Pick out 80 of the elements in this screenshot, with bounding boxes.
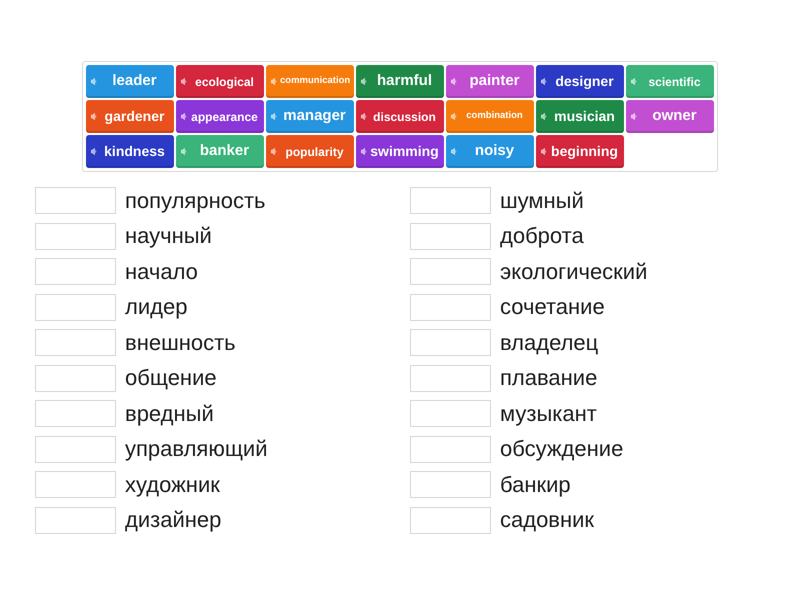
word-tile[interactable]: combination [446, 100, 534, 133]
speaker-icon [181, 148, 187, 155]
answer-box[interactable] [35, 400, 116, 428]
word-tile[interactable]: noisy [446, 135, 534, 168]
word-label: популярность [125, 190, 266, 212]
word-label: внешность [125, 332, 236, 354]
speaker-icon [361, 148, 367, 155]
answer-box[interactable] [410, 364, 491, 392]
word-label: дизайнер [125, 509, 222, 532]
answer-box[interactable] [35, 258, 116, 286]
speaker-icon [91, 78, 97, 85]
speaker-icon [541, 78, 547, 85]
speaker-icon [271, 78, 277, 85]
speaker-icon [541, 148, 547, 155]
answer-box[interactable] [410, 187, 491, 214]
word-tile[interactable]: appearance [176, 100, 264, 133]
speaker-icon [271, 148, 277, 155]
word-label: общение [125, 367, 217, 390]
word-label: экологический [500, 260, 648, 283]
word-tile[interactable]: popularity [266, 135, 354, 168]
word-tile[interactable]: leader [86, 65, 174, 98]
speaker-icon [361, 113, 367, 120]
answer-box[interactable] [35, 364, 116, 392]
word-label: вредный [125, 402, 214, 425]
word-label: шумный [500, 190, 584, 212]
word-label: музыкант [500, 402, 597, 425]
answer-box[interactable] [35, 471, 116, 498]
word-label: обсуждение [500, 438, 624, 460]
answer-box[interactable] [410, 436, 491, 463]
word-label: художник [125, 474, 220, 496]
word-tile[interactable]: manager [266, 100, 354, 133]
word-label: доброта [500, 225, 584, 248]
word-label: управляющий [125, 438, 268, 460]
speaker-icon [451, 148, 457, 155]
answer-box[interactable] [410, 400, 491, 428]
word-label: научный [125, 225, 212, 248]
word-tile[interactable]: scientific [626, 65, 714, 98]
speaker-icon [91, 113, 97, 120]
speaker-icon [541, 113, 547, 120]
word-tile[interactable]: harmful [356, 65, 444, 98]
answer-box[interactable] [35, 222, 116, 250]
word-tile[interactable]: communication [266, 65, 354, 98]
word-tile[interactable]: beginning [536, 135, 624, 168]
answer-box[interactable] [35, 187, 116, 214]
speaker-icon [91, 148, 97, 155]
word-label: начало [125, 260, 198, 283]
word-tile[interactable]: gardener [86, 100, 174, 133]
speaker-icon [361, 78, 367, 85]
word-tile[interactable]: banker [176, 135, 264, 168]
word-tile[interactable]: kindness [86, 135, 174, 168]
answer-box[interactable] [35, 436, 116, 463]
word-label: банкир [500, 474, 571, 496]
answer-box[interactable] [410, 471, 491, 498]
word-label: садовник [500, 509, 594, 532]
answer-box[interactable] [410, 258, 491, 286]
speaker-icon [631, 113, 637, 120]
answer-box[interactable] [410, 329, 491, 356]
speaker-icon [631, 78, 637, 85]
speaker-icon [181, 113, 187, 120]
speaker-icon [271, 113, 277, 120]
speaker-icon [451, 78, 457, 85]
speaker-icon [451, 113, 457, 120]
word-label: лидер [125, 296, 188, 318]
answer-box[interactable] [35, 294, 116, 321]
word-tile[interactable]: swimming [356, 135, 444, 168]
word-tile[interactable]: musician [536, 100, 624, 133]
word-label: владелец [500, 332, 598, 354]
answer-box[interactable] [35, 506, 116, 534]
word-tile[interactable]: owner [626, 100, 714, 133]
word-tile[interactable]: painter [446, 65, 534, 98]
speaker-icon [181, 78, 187, 85]
answer-box[interactable] [410, 294, 491, 321]
word-label: сочетание [500, 296, 605, 318]
word-tile[interactable]: discussion [356, 100, 444, 133]
word-tile[interactable]: ecological [176, 65, 264, 98]
word-label: плавание [500, 367, 598, 390]
answer-box[interactable] [35, 329, 116, 356]
answer-box[interactable] [410, 222, 491, 250]
word-tile[interactable]: designer [536, 65, 624, 98]
answer-box[interactable] [410, 506, 491, 534]
